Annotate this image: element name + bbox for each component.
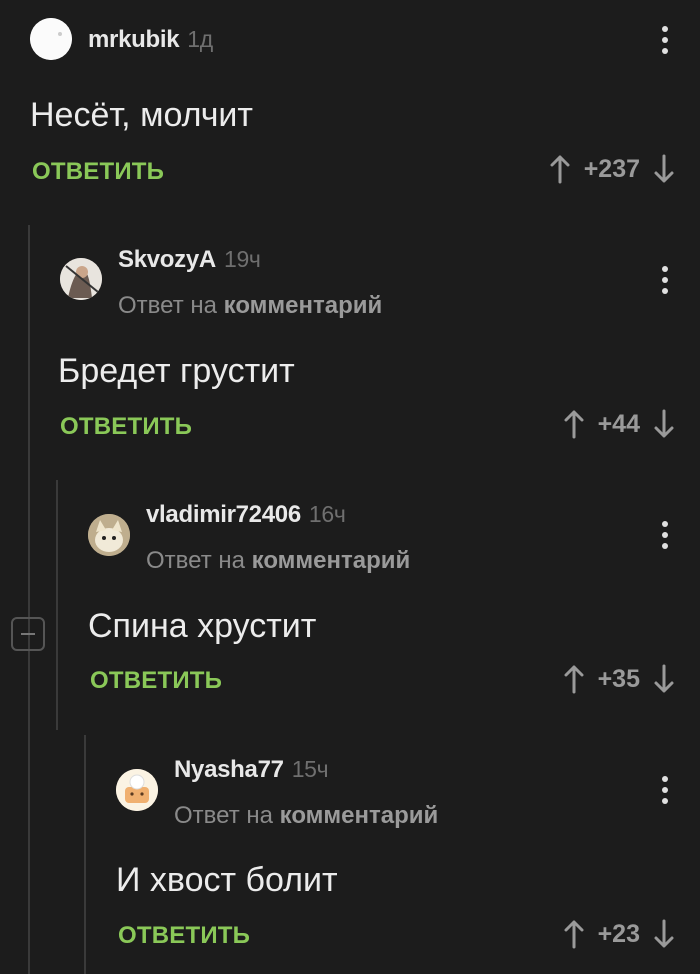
arrow-down-icon[interactable] [652,154,676,184]
parent-comment-link[interactable]: комментарий [252,547,411,574]
arrow-up-icon[interactable] [562,409,586,439]
chef-avatar-icon [116,769,158,811]
comment-text: И хвост болит [116,861,338,899]
collapse-thread-button[interactable] [11,617,45,651]
reply-to-info: Ответ на комментарий [146,547,411,574]
arrow-down-icon[interactable] [652,409,676,439]
author-name[interactable]: vladimir72406 16ч [146,501,346,529]
reply-to-info: Ответ на комментарий [174,802,439,829]
comment-text: Спина хрустит [88,607,317,645]
arrow-up-icon[interactable] [562,664,586,694]
reply-to-info: Ответ на комментарий [118,292,383,319]
author-name[interactable]: mrkubik 1д [88,26,213,54]
white-blob-avatar-icon [30,18,72,60]
more-vertical-icon[interactable] [660,266,670,294]
avatar[interactable] [88,514,130,556]
more-vertical-icon[interactable] [660,521,670,549]
author-name[interactable]: SkvozyA 19ч [118,246,261,274]
thread-line-level-3 [84,735,86,974]
reply-button[interactable]: ОТВЕТИТЬ [32,158,164,186]
more-vertical-icon[interactable] [660,776,670,804]
reply-button[interactable]: ОТВЕТИТЬ [90,667,222,695]
comment-time: 15ч [291,756,329,782]
comment-time: 1д [187,26,213,52]
vote-controls: +237 [548,154,676,184]
parent-comment-link[interactable]: комментарий [280,802,439,829]
warrior-avatar-icon [60,258,102,300]
score: +23 [597,919,640,948]
vote-controls: +23 [562,919,676,949]
more-vertical-icon[interactable] [660,26,670,54]
score: +35 [597,664,640,693]
score: +237 [583,154,640,183]
arrow-up-icon[interactable] [548,154,572,184]
arrow-down-icon[interactable] [652,664,676,694]
avatar[interactable] [30,18,72,60]
vote-controls: +44 [562,409,676,439]
parent-comment-link[interactable]: комментарий [224,292,383,319]
vote-controls: +35 [562,664,676,694]
reply-button[interactable]: ОТВЕТИТЬ [118,922,250,950]
author-name[interactable]: Nyasha77 15ч [174,756,329,784]
arrow-up-icon[interactable] [562,919,586,949]
thread-line-level-2 [56,480,58,730]
avatar[interactable] [116,769,158,811]
cat-avatar-icon [88,514,130,556]
comment-time: 19ч [223,246,261,272]
reply-button[interactable]: ОТВЕТИТЬ [60,413,192,441]
comment-time: 16ч [308,501,346,527]
score: +44 [597,409,640,438]
comment-text: Бредет грустит [58,352,295,390]
avatar[interactable] [60,258,102,300]
thread-line-level-1 [28,225,30,974]
arrow-down-icon[interactable] [652,919,676,949]
comment-text: Несёт, молчит [30,96,253,134]
